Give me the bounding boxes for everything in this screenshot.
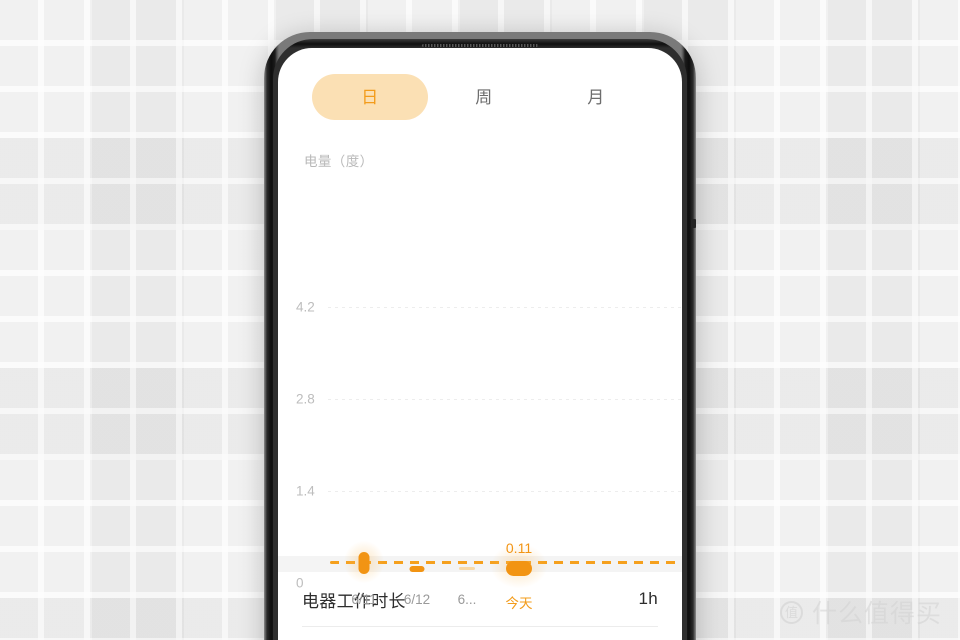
phone-device-frame: 日 周 月 电量（度） 4.2 2.8 1.4 0 0.11 6/11 6/12… — [264, 32, 696, 640]
gridline-4-2 — [328, 307, 682, 308]
xtick-0612: 6/12 — [403, 592, 431, 607]
tab-day[interactable]: 日 — [312, 74, 428, 120]
chart-plot-area[interactable]: 4.2 2.8 1.4 0 0.11 6/11 6/12 6... 今天 — [278, 180, 682, 611]
ytick-1-4: 1.4 — [296, 483, 315, 499]
value-indicator-dashed-line — [330, 561, 682, 564]
tab-week[interactable]: 周 — [428, 89, 540, 106]
detail-list: 电器工作时长 1h 用电量 0.11度 — [278, 572, 682, 640]
bar-0612[interactable] — [409, 566, 425, 572]
earpiece-speaker-icon — [422, 44, 538, 47]
chart-axis-title: 电量（度） — [304, 154, 374, 169]
tab-month-label: 月 — [587, 87, 605, 107]
xtick-today: 今天 — [505, 596, 533, 611]
power-button[interactable] — [691, 219, 696, 228]
gridline-2-8 — [328, 399, 682, 400]
tab-week-label: 周 — [475, 87, 493, 107]
tab-day-label: 日 — [361, 87, 379, 107]
ytick-2-8: 2.8 — [296, 391, 315, 407]
phone-screen: 日 周 月 电量（度） 4.2 2.8 1.4 0 0.11 6/11 6/12… — [278, 48, 682, 640]
bar-0611[interactable] — [358, 552, 370, 574]
tab-month[interactable]: 月 — [540, 89, 652, 106]
section-spacer — [278, 556, 682, 572]
gridline-1-4 — [328, 491, 682, 492]
bar-0613[interactable] — [459, 567, 475, 570]
xtick-0613: 6... — [457, 592, 477, 607]
ytick-4-2: 4.2 — [296, 299, 315, 315]
bar-today[interactable] — [506, 561, 532, 576]
xtick-0611: 6/11 — [351, 592, 377, 607]
detail-row-energy[interactable]: 用电量 0.11度 — [302, 627, 658, 640]
ytick-0: 0 — [296, 575, 304, 591]
period-tabbar: 日 周 月 — [278, 48, 682, 124]
energy-chart[interactable]: 电量（度） 4.2 2.8 1.4 0 0.11 6/11 6/12 6... … — [278, 124, 682, 611]
bar-value-label-today: 0.11 — [505, 540, 533, 556]
detail-row-runtime-value: 1h — [638, 589, 658, 608]
